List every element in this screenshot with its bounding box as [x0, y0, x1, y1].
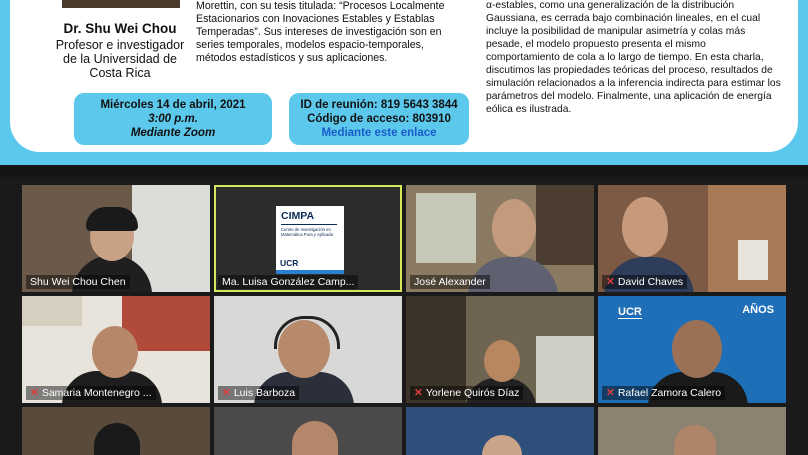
- participant-name: Luis Barboza: [233, 387, 296, 399]
- participant-figure: [484, 340, 520, 382]
- shared-screen-slide: Dr. Shu Wei Chou Profesor e investigador…: [0, 0, 808, 165]
- ucr-logo-text: UCR: [280, 258, 299, 268]
- mic-muted-icon: ✕: [606, 387, 615, 399]
- participant-figure: [94, 423, 140, 455]
- event-date: Miércoles 14 de abril, 2021: [100, 99, 246, 111]
- participant-name: Shu Wei Chou Chen: [30, 276, 126, 288]
- participant-name-label: José Alexander: [410, 275, 490, 289]
- event-platform: Mediante Zoom: [130, 127, 216, 139]
- access-code: Código de acceso: 803910: [307, 113, 451, 125]
- abstract-line: discutimos las propiedades teóricas del …: [486, 65, 773, 76]
- cimpa-logo-text: CIMPA: [281, 210, 315, 222]
- video-tile[interactable]: [598, 407, 786, 455]
- speaker-name: Dr. Shu Wei Chou: [63, 21, 177, 36]
- mic-muted-icon: ✕: [414, 387, 423, 399]
- participant-name-label: ✕ Samaria Montenegro ...: [26, 386, 156, 400]
- video-background: [416, 193, 476, 263]
- logo-bar: [276, 270, 344, 274]
- participant-name-label: ✕ David Chaves: [602, 275, 688, 289]
- meeting-id: ID de reunión: 819 5643 3844: [300, 99, 458, 111]
- video-tile[interactable]: [22, 407, 210, 455]
- participant-figure: [482, 435, 522, 455]
- bio-line: Temperadas”. Sus intereses de investigac…: [196, 26, 442, 38]
- participant-name: David Chaves: [617, 276, 684, 288]
- participant-figure: [492, 199, 536, 257]
- participant-name: José Alexander: [414, 276, 486, 288]
- bio-line: series temporales, modelos espacio-tempo…: [196, 39, 424, 51]
- abstract-line: simulación relacionados a la inferencia …: [486, 78, 781, 89]
- abstract-line: α-estables, como una generalización de l…: [486, 0, 735, 11]
- video-tile[interactable]: ✕ David Chaves: [598, 185, 786, 292]
- participant-figure: [292, 421, 338, 455]
- video-tile[interactable]: [214, 407, 402, 455]
- abstract-line: comportamiento de cola a lo largo de tie…: [486, 52, 764, 63]
- event-date-box: Miércoles 14 de abril, 2021 3:00 p.m. Me…: [74, 93, 272, 145]
- bio-line: métodos estadísticos y sus aplicaciones.: [196, 52, 388, 64]
- bio-line: Estacionarios con Inovaciones Estables y…: [196, 13, 435, 25]
- anniversary-logo: AÑOS: [742, 304, 774, 316]
- video-tile[interactable]: ✕ Luis Barboza: [214, 296, 402, 403]
- video-background: [536, 336, 594, 403]
- event-time: 3:00 p.m.: [148, 113, 198, 125]
- video-background: [738, 240, 768, 280]
- speaker-title-line: Costa Rica: [89, 66, 151, 80]
- bookshelf: [22, 296, 82, 326]
- abstract-line: incluye la posibilidad de manipular asim…: [486, 26, 746, 37]
- video-tile-active-speaker[interactable]: CIMPA Centro de Investigación en Matemát…: [214, 185, 402, 292]
- abstract-line: eólica es ilustrada.: [486, 104, 572, 115]
- video-tile[interactable]: [406, 407, 594, 455]
- speaker-bio-text: Morettin, con su tesis titulada: “Proces…: [196, 0, 474, 65]
- bio-line: Morettin, con su tesis titulada: “Proces…: [196, 0, 445, 12]
- participant-name-label: Ma. Luisa González Camp...: [218, 275, 359, 289]
- gallery-divider: [0, 165, 808, 177]
- participant-figure: [672, 320, 722, 378]
- participant-name: Ma. Luisa González Camp...: [222, 276, 355, 288]
- participant-figure: [674, 425, 716, 455]
- speaker-title-line: Profesor e investigador: [55, 38, 185, 52]
- video-tile[interactable]: ✕ Yorlene Quirós Díaz: [406, 296, 594, 403]
- participant-name-label: ✕ Luis Barboza: [218, 386, 300, 400]
- participant-name-label: ✕ Rafael Zamora Calero: [602, 386, 726, 400]
- video-tile[interactable]: UCR AÑOS ✕ Rafael Zamora Calero: [598, 296, 786, 403]
- cimpa-subtitle: Centro de Investigación en Matemática Pu…: [281, 227, 333, 237]
- participant-figure: [92, 326, 138, 378]
- participant-name: Rafael Zamora Calero: [617, 387, 722, 399]
- participant-figure: [622, 197, 668, 257]
- video-tile[interactable]: ✕ Samaria Montenegro ...: [22, 296, 210, 403]
- meeting-link[interactable]: Mediante este enlace: [289, 126, 469, 140]
- speaker-title-line: de la Universidad de: [63, 52, 177, 66]
- abstract-line: pesade, el modelo propuesto presenta el …: [486, 39, 706, 50]
- participant-hair: [86, 207, 138, 231]
- abstract-line: Gaussiana, es cerrada bajo combinación l…: [486, 13, 761, 24]
- video-background: [536, 185, 594, 265]
- talk-abstract-text: α-estables, como una generalización de l…: [486, 0, 802, 117]
- slide-content-panel: Dr. Shu Wei Chou Profesor e investigador…: [10, 0, 798, 152]
- mic-muted-icon: ✕: [30, 387, 39, 399]
- participant-name-label: ✕ Yorlene Quirós Díaz: [410, 386, 524, 400]
- ucr-logo: UCR: [618, 306, 642, 319]
- participant-name-label: Shu Wei Chou Chen: [26, 275, 130, 289]
- video-tile[interactable]: José Alexander: [406, 185, 594, 292]
- participant-name: Samaria Montenegro ...: [41, 387, 152, 399]
- abstract-line: parámetros del modelo. Finalmente, una a…: [486, 91, 772, 102]
- meeting-info-box: ID de reunión: 819 5643 3844 Código de a…: [289, 93, 469, 145]
- headset-icon: [274, 316, 340, 349]
- participant-name: Yorlene Quirós Díaz: [425, 387, 520, 399]
- video-tile[interactable]: Shu Wei Chou Chen: [22, 185, 210, 292]
- cimpa-logo-card: CIMPA Centro de Investigación en Matemát…: [276, 206, 344, 274]
- mic-muted-icon: ✕: [606, 276, 615, 288]
- mic-muted-icon: ✕: [222, 387, 231, 399]
- logo-rule: [281, 224, 337, 225]
- speaker-photo: [62, 0, 180, 8]
